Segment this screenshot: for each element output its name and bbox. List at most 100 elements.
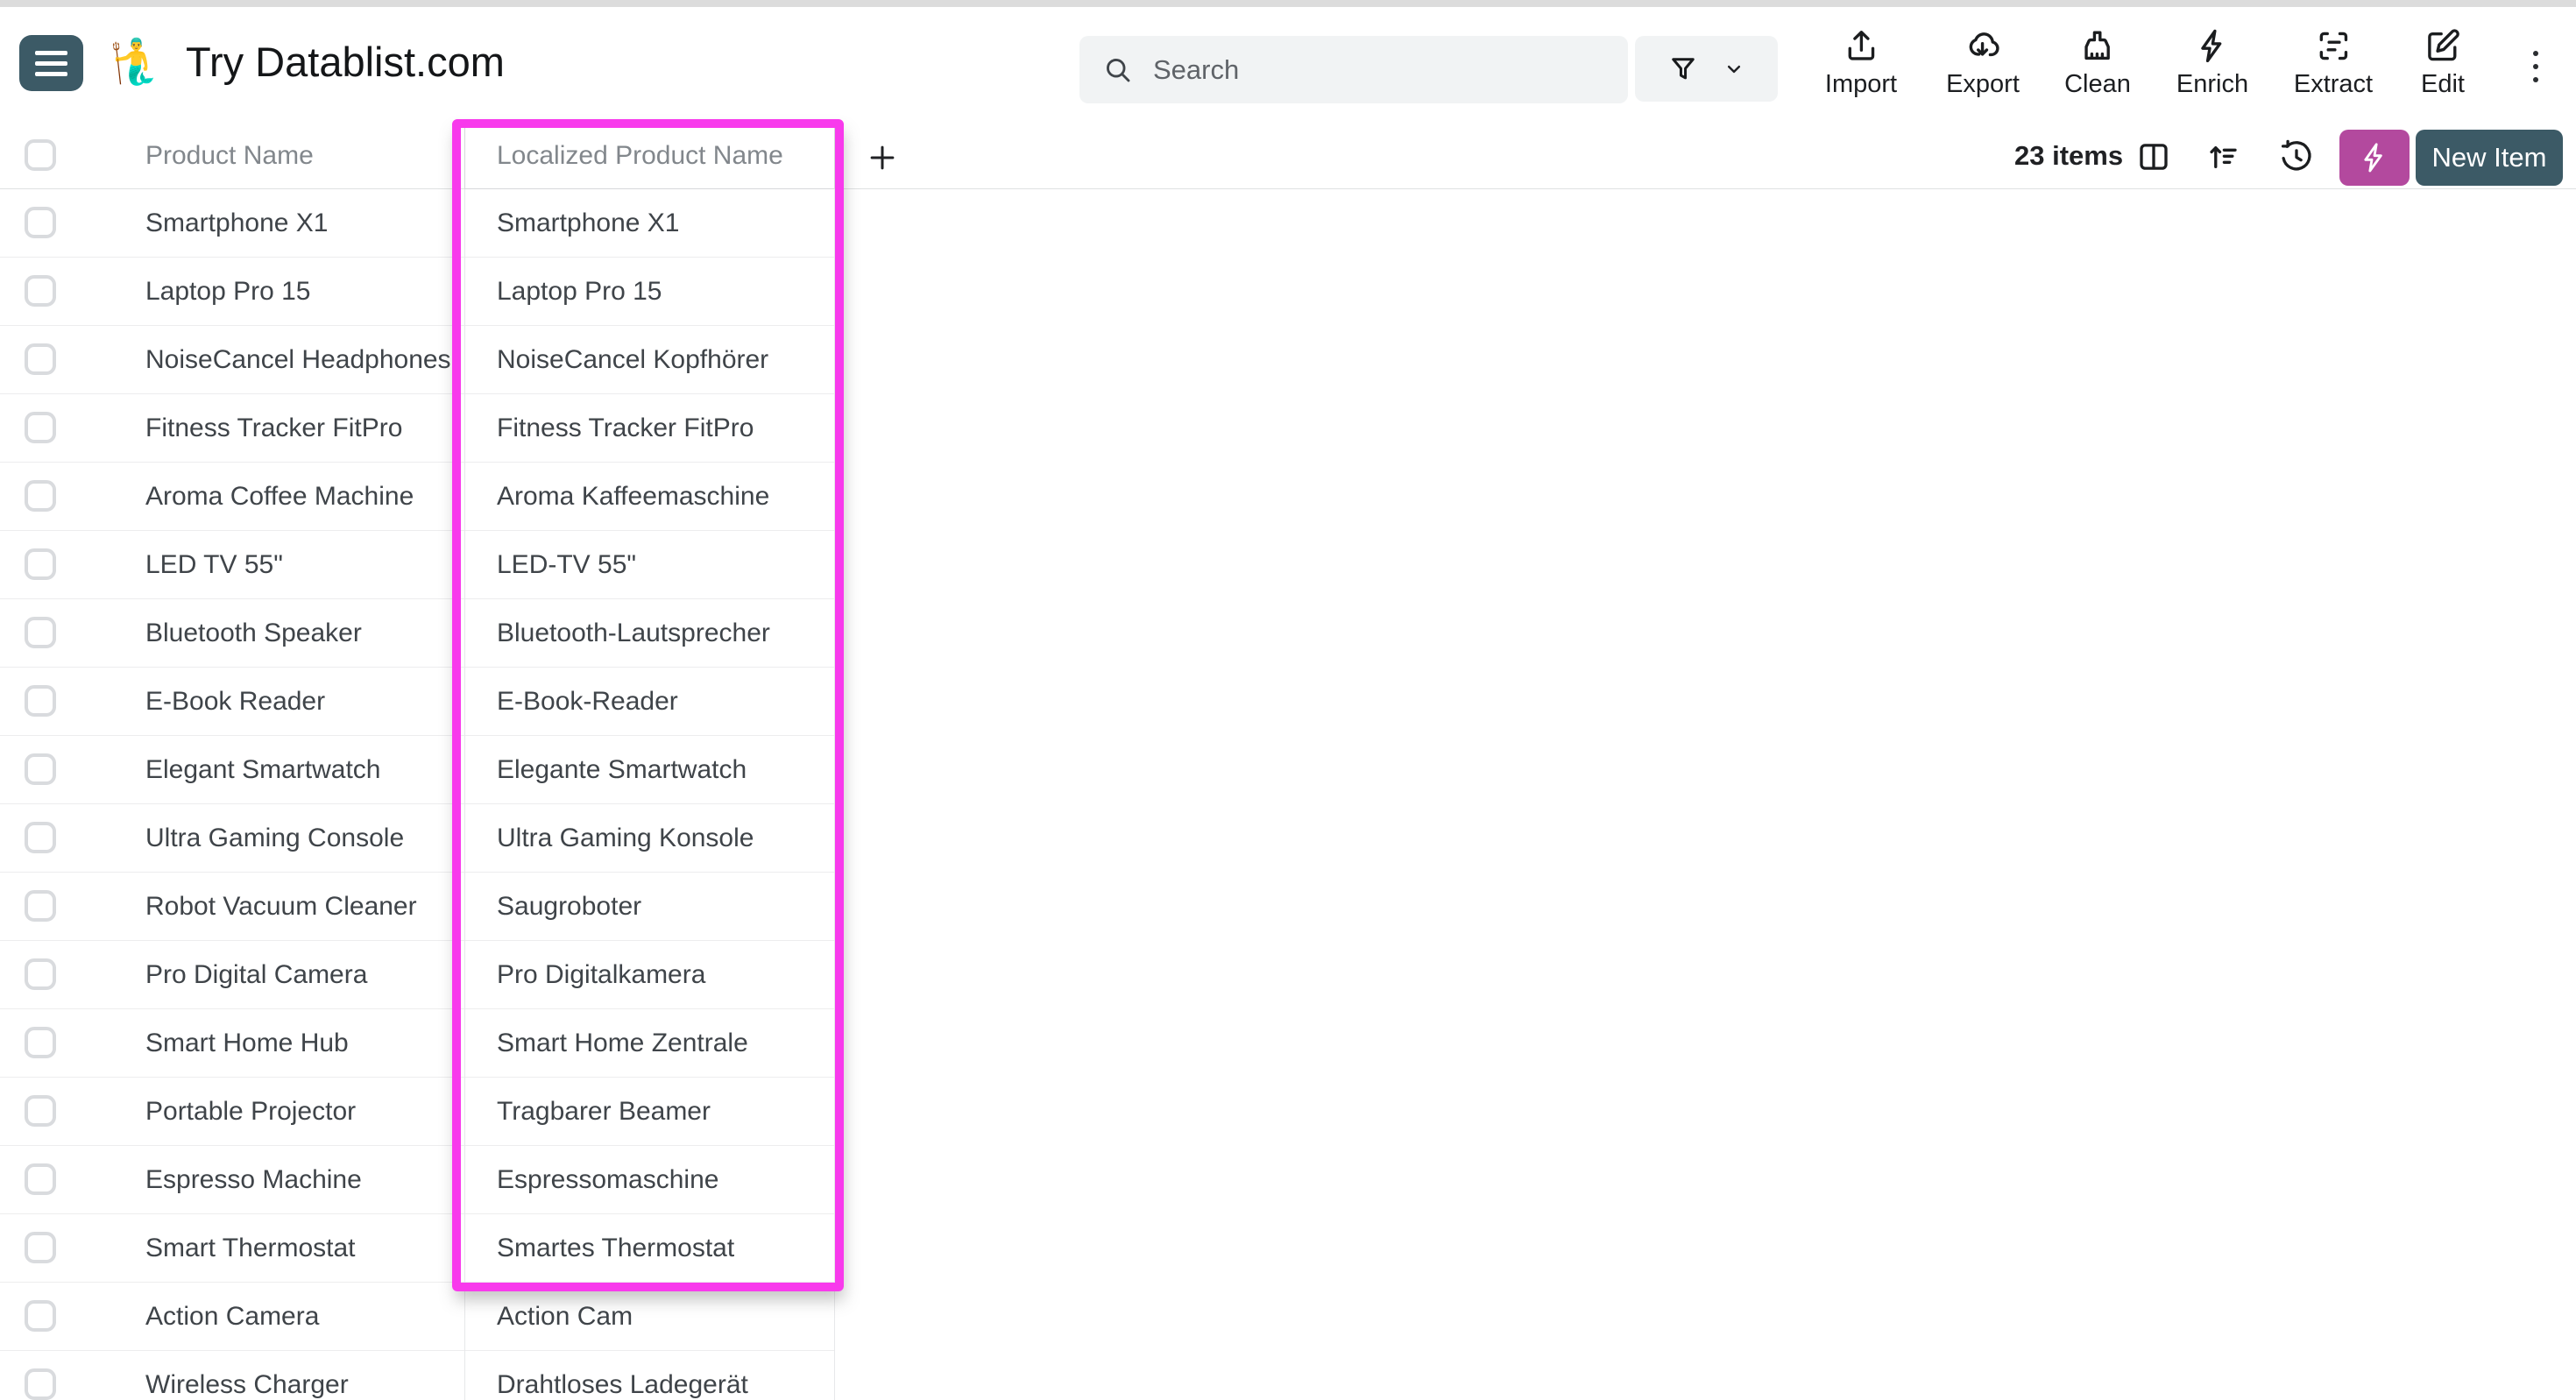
table-row[interactable]: Robot Vacuum Cleaner Saugroboter <box>0 873 835 941</box>
table-row[interactable]: Espresso Machine Espressomaschine <box>0 1146 835 1214</box>
filter-button[interactable] <box>1635 36 1778 102</box>
localized-product-name-cell[interactable]: LED-TV 55" <box>464 531 835 599</box>
product-name-cell[interactable]: NoiseCancel Headphones <box>145 326 451 394</box>
product-name-cell[interactable]: Robot Vacuum Cleaner <box>145 873 417 941</box>
product-name-cell[interactable]: Aroma Coffee Machine <box>145 463 414 531</box>
history-icon <box>2281 139 2311 171</box>
kebab-icon <box>2533 51 2538 56</box>
localized-product-name-cell[interactable]: Espressomaschine <box>464 1146 835 1214</box>
localized-product-name-cell[interactable]: Ultra Gaming Konsole <box>464 804 835 873</box>
product-name-cell[interactable]: Action Camera <box>145 1283 319 1351</box>
localized-product-name-cell[interactable]: Saugroboter <box>464 873 835 941</box>
edit-button[interactable]: Edit <box>2421 26 2465 99</box>
product-name-cell[interactable]: Espresso Machine <box>145 1146 362 1214</box>
row-checkbox[interactable] <box>25 617 56 648</box>
product-name-cell[interactable]: Smartphone X1 <box>145 189 328 258</box>
new-item-button[interactable]: New Item <box>2416 130 2563 186</box>
table-row[interactable]: Fitness Tracker FitPro Fitness Tracker F… <box>0 394 835 463</box>
table-row[interactable]: Smart Thermostat Smartes Thermostat <box>0 1214 835 1283</box>
add-column-button[interactable] <box>863 138 902 177</box>
product-name-cell[interactable]: Elegant Smartwatch <box>145 736 380 804</box>
localized-product-name-cell[interactable]: Laptop Pro 15 <box>464 258 835 326</box>
product-name-cell[interactable]: Ultra Gaming Console <box>145 804 404 873</box>
table-row[interactable]: Laptop Pro 15 Laptop Pro 15 <box>0 258 835 326</box>
row-checkbox[interactable] <box>25 822 56 853</box>
sort-button[interactable] <box>2201 135 2245 179</box>
localized-product-name-cell[interactable]: Fitness Tracker FitPro <box>464 394 835 463</box>
row-checkbox[interactable] <box>25 1232 56 1263</box>
more-options-button[interactable] <box>2520 42 2551 91</box>
extract-button[interactable]: Extract <box>2294 26 2373 99</box>
row-checkbox[interactable] <box>25 480 56 512</box>
row-checkbox[interactable] <box>25 1300 56 1332</box>
table-row[interactable]: Smart Home Hub Smart Home Zentrale <box>0 1009 835 1078</box>
row-checkbox[interactable] <box>25 343 56 375</box>
table-row[interactable]: Smartphone X1 Smartphone X1 <box>0 189 835 258</box>
table-header-row: Product Name Localized Product Name 23 i… <box>0 123 2576 189</box>
localized-product-name-cell[interactable]: Elegante Smartwatch <box>464 736 835 804</box>
product-name-cell[interactable]: E-Book Reader <box>145 668 325 736</box>
localized-product-name-cell[interactable]: Smartphone X1 <box>464 189 835 258</box>
row-checkbox[interactable] <box>25 548 56 580</box>
localized-product-name-cell[interactable]: Aroma Kaffeemaschine <box>464 463 835 531</box>
product-name-cell[interactable]: Smart Home Hub <box>145 1009 349 1078</box>
table-row[interactable]: NoiseCancel Headphones NoiseCancel Kopfh… <box>0 326 835 394</box>
table-row[interactable]: Elegant Smartwatch Elegante Smartwatch <box>0 736 835 804</box>
localized-product-name-cell[interactable]: Pro Digitalkamera <box>464 941 835 1009</box>
clean-button[interactable]: Clean <box>2064 26 2131 99</box>
table-row[interactable]: Portable Projector Tragbarer Beamer <box>0 1078 835 1146</box>
row-checkbox[interactable] <box>25 275 56 307</box>
localized-product-name-cell[interactable]: Smartes Thermostat <box>464 1214 835 1283</box>
history-button[interactable] <box>2275 135 2318 179</box>
select-all-checkbox[interactable] <box>25 139 56 171</box>
import-button[interactable]: Import <box>1825 26 1897 99</box>
product-name-cell[interactable]: Bluetooth Speaker <box>145 599 362 668</box>
row-checkbox[interactable] <box>25 753 56 785</box>
page-title: Try Datablist.com <box>186 39 505 85</box>
table-row[interactable]: LED TV 55" LED-TV 55" <box>0 531 835 599</box>
row-checkbox[interactable] <box>25 1163 56 1195</box>
split-view-button[interactable] <box>2132 135 2176 179</box>
broom-icon <box>2084 31 2111 60</box>
table-row[interactable]: Aroma Coffee Machine Aroma Kaffeemaschin… <box>0 463 835 531</box>
search-bar[interactable] <box>1079 36 1628 103</box>
table-row[interactable]: Pro Digital Camera Pro Digitalkamera <box>0 941 835 1009</box>
row-checkbox[interactable] <box>25 958 56 990</box>
localized-product-name-cell[interactable]: Drahtloses Ladegerät <box>464 1351 835 1400</box>
localized-product-name-cell[interactable]: E-Book-Reader <box>464 668 835 736</box>
product-name-cell[interactable]: Laptop Pro 15 <box>145 258 310 326</box>
search-input[interactable] <box>1153 53 1605 86</box>
localized-product-name-cell[interactable]: NoiseCancel Kopfhörer <box>464 326 835 394</box>
product-name-cell[interactable]: LED TV 55" <box>145 531 283 599</box>
row-checkbox[interactable] <box>25 1368 56 1400</box>
localized-product-name-cell[interactable]: Bluetooth-Lautsprecher <box>464 599 835 668</box>
row-checkbox[interactable] <box>25 1027 56 1058</box>
table-row[interactable]: E-Book Reader E-Book-Reader <box>0 668 835 736</box>
product-name-cell[interactable]: Fitness Tracker FitPro <box>145 394 402 463</box>
menu-button[interactable] <box>19 35 83 91</box>
row-checkbox[interactable] <box>25 207 56 238</box>
row-checkbox[interactable] <box>25 685 56 717</box>
table-row[interactable]: Ultra Gaming Console Ultra Gaming Konsol… <box>0 804 835 873</box>
search-icon <box>1107 58 1130 81</box>
column-header-localized-product-name[interactable]: Localized Product Name <box>464 123 835 189</box>
localized-product-name-cell[interactable]: Tragbarer Beamer <box>464 1078 835 1146</box>
localized-product-name-cell[interactable]: Smart Home Zentrale <box>464 1009 835 1078</box>
clean-label: Clean <box>2064 70 2131 98</box>
automation-button[interactable] <box>2339 130 2410 186</box>
row-checkbox[interactable] <box>25 890 56 922</box>
localized-product-name-cell[interactable]: Action Cam <box>464 1283 835 1351</box>
enrich-button[interactable]: Enrich <box>2176 26 2248 99</box>
product-name-cell[interactable]: Pro Digital Camera <box>145 941 367 1009</box>
column-header-product-name[interactable]: Product Name <box>145 123 314 189</box>
product-name-cell[interactable]: Smart Thermostat <box>145 1214 356 1283</box>
table-row[interactable]: Action Camera Action Cam <box>0 1283 835 1351</box>
row-checkbox[interactable] <box>25 412 56 443</box>
table-row[interactable]: Wireless Charger Drahtloses Ladegerät <box>0 1351 835 1400</box>
product-name-cell[interactable]: Portable Projector <box>145 1078 356 1146</box>
window-top-strip <box>0 0 2576 7</box>
export-button[interactable]: Export <box>1946 26 2020 99</box>
product-name-cell[interactable]: Wireless Charger <box>145 1351 349 1400</box>
table-row[interactable]: Bluetooth Speaker Bluetooth-Lautsprecher <box>0 599 835 668</box>
row-checkbox[interactable] <box>25 1095 56 1127</box>
